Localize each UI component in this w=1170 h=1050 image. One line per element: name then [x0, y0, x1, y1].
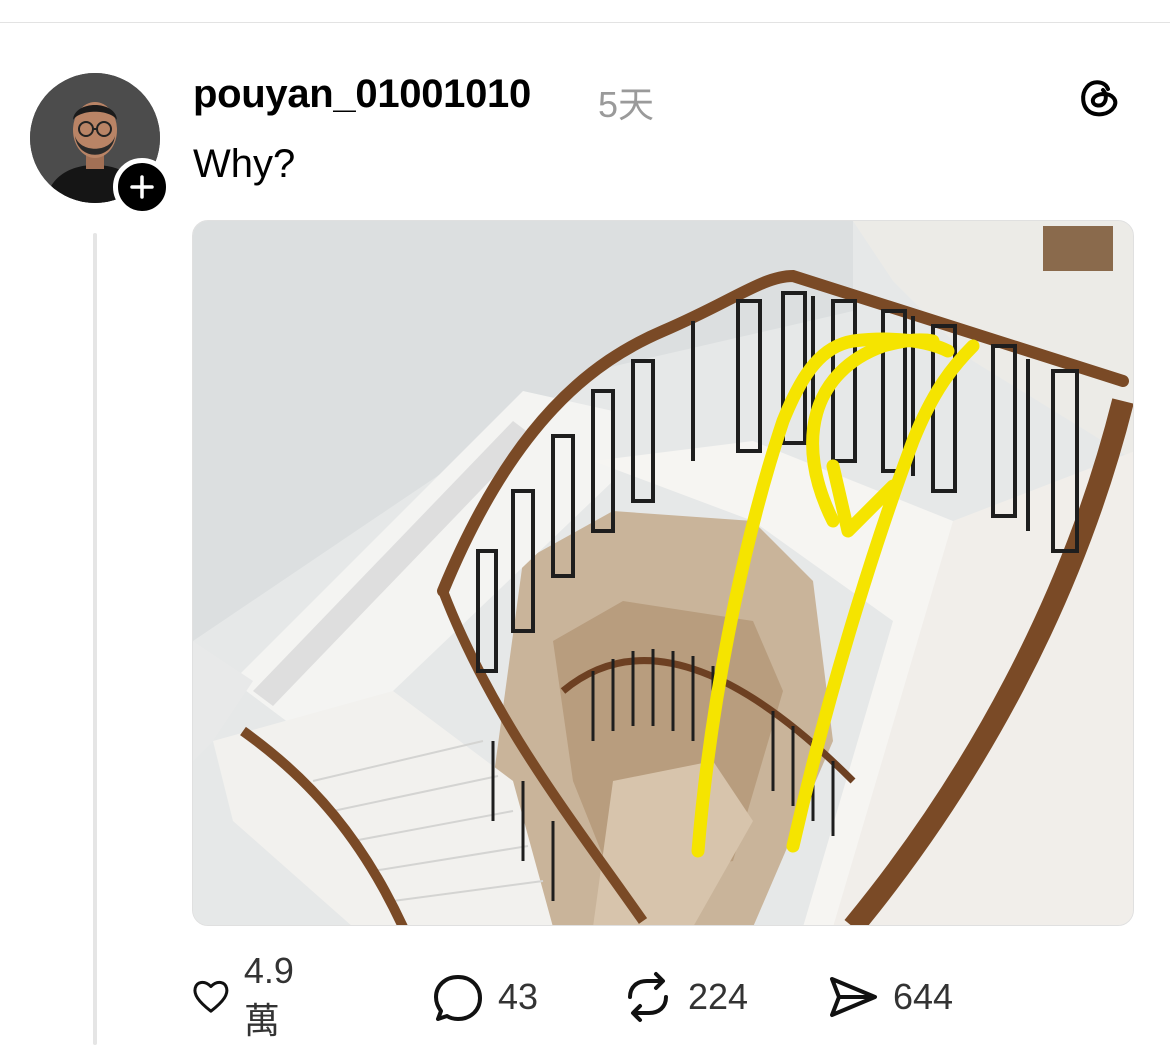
- post-text: Why?: [193, 142, 296, 186]
- repost-icon: [628, 972, 668, 1022]
- share-button[interactable]: 644: [825, 968, 953, 1026]
- follow-button[interactable]: [113, 158, 171, 216]
- username[interactable]: pouyan_01001010: [193, 72, 531, 117]
- threads-logo-icon[interactable]: [1075, 72, 1123, 120]
- post-image[interactable]: [192, 220, 1134, 926]
- repost-count: 224: [688, 976, 749, 1017]
- thread-line: [93, 233, 97, 1045]
- plus-icon: [130, 175, 154, 199]
- share-count: 644: [893, 976, 954, 1017]
- repost-button[interactable]: 224: [620, 968, 748, 1026]
- top-divider: [0, 22, 1170, 23]
- staircase-photo: [193, 221, 1133, 925]
- reply-button[interactable]: 43: [430, 968, 538, 1026]
- reply-count: 43: [498, 976, 539, 1017]
- like-count: 4.9萬: [243, 950, 294, 1041]
- send-icon: [830, 977, 877, 1017]
- heart-icon: [193, 980, 229, 1013]
- post-time: 5天: [598, 84, 655, 125]
- comment-icon: [434, 975, 482, 1021]
- like-button[interactable]: 4.9萬: [190, 950, 308, 1041]
